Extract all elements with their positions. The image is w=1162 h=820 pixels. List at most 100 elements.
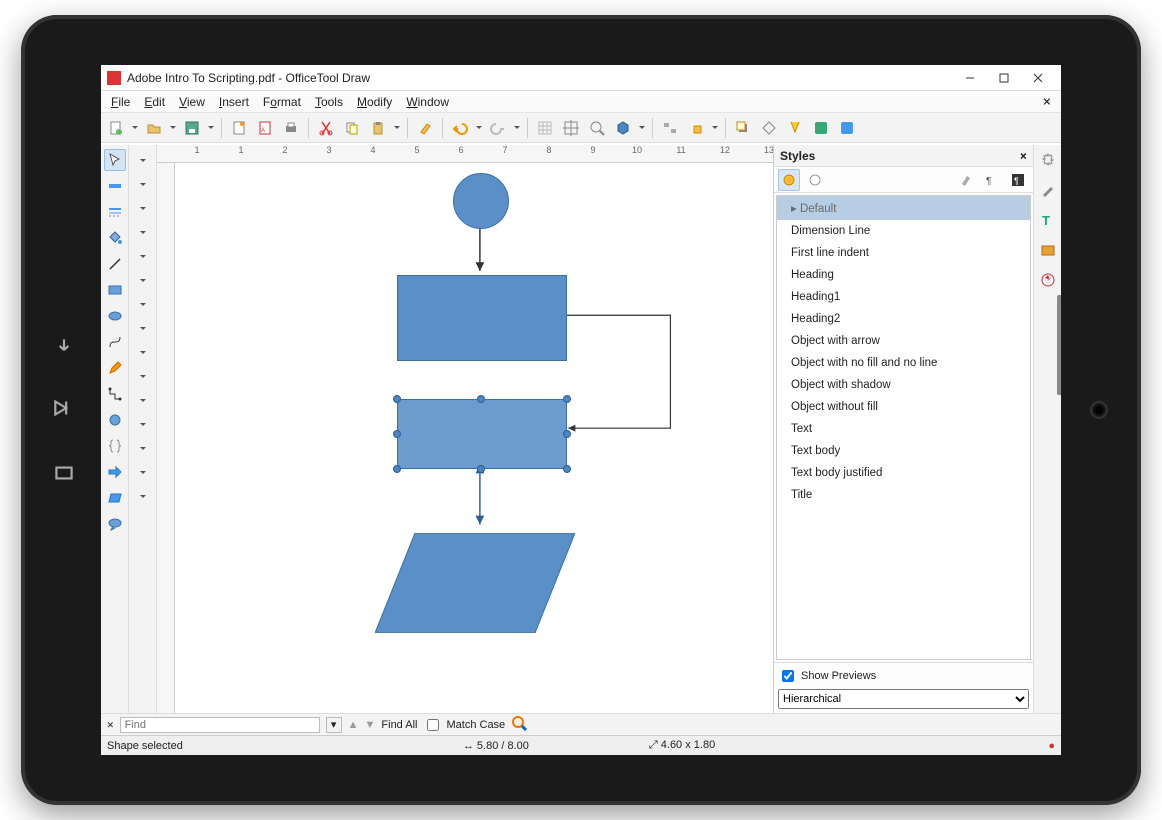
- flowchart-process-2-selected[interactable]: [397, 399, 567, 469]
- style-item[interactable]: Object with no fill and no line: [777, 352, 1030, 374]
- sidebar-properties-icon[interactable]: [1037, 179, 1059, 201]
- flowchart-process-1[interactable]: [397, 275, 567, 361]
- tool-dropdown-9[interactable]: [132, 341, 154, 363]
- parallelogram-tool[interactable]: [104, 487, 126, 509]
- pencil-tool[interactable]: [104, 357, 126, 379]
- tool-dropdown-12[interactable]: [132, 413, 154, 435]
- tool-dropdown-1[interactable]: [132, 149, 154, 171]
- select-tool[interactable]: [104, 149, 126, 171]
- selection-handle[interactable]: [393, 465, 401, 473]
- brace-tool[interactable]: [104, 435, 126, 457]
- rectangle-tool[interactable]: [104, 279, 126, 301]
- style-item[interactable]: Object without fill: [777, 396, 1030, 418]
- menu-window[interactable]: Window: [400, 93, 455, 111]
- line-style-tool[interactable]: [104, 201, 126, 223]
- window-minimize-button[interactable]: [953, 68, 987, 88]
- tool-dropdown-6[interactable]: [132, 269, 154, 291]
- grid-button[interactable]: [534, 117, 556, 139]
- zoom-button[interactable]: [586, 117, 608, 139]
- export-button[interactable]: [228, 117, 250, 139]
- redo-dropdown[interactable]: [513, 117, 521, 139]
- find-input[interactable]: [120, 717, 320, 733]
- style-item[interactable]: Text: [777, 418, 1030, 440]
- callout-tool[interactable]: [104, 513, 126, 535]
- fill-tool[interactable]: [104, 227, 126, 249]
- 3d-dropdown[interactable]: [638, 117, 646, 139]
- tool-dropdown-4[interactable]: [132, 221, 154, 243]
- tablet-back-button[interactable]: [51, 335, 81, 364]
- styles-panel-close-button[interactable]: ×: [1020, 149, 1027, 163]
- undo-dropdown[interactable]: [475, 117, 483, 139]
- tablet-home-button[interactable]: [51, 395, 81, 424]
- window-close-button[interactable]: [1021, 68, 1055, 88]
- selection-handle[interactable]: [477, 395, 485, 403]
- sidebar-styles-icon[interactable]: T: [1037, 209, 1059, 231]
- tool-dropdown-11[interactable]: [132, 389, 154, 411]
- selection-handle[interactable]: [477, 465, 485, 473]
- line-color-tool[interactable]: [104, 175, 126, 197]
- print-button[interactable]: [280, 117, 302, 139]
- new-doc-dropdown[interactable]: [131, 117, 139, 139]
- tablet-recent-button[interactable]: [51, 460, 81, 489]
- paste-button[interactable]: [367, 117, 389, 139]
- horizontal-ruler[interactable]: 112345678910111213: [157, 145, 773, 163]
- paste-dropdown[interactable]: [393, 117, 401, 139]
- find-next-button[interactable]: ▼: [365, 719, 376, 731]
- menu-format[interactable]: Format: [257, 93, 307, 111]
- styles-update-style-button[interactable]: ¶: [1007, 169, 1029, 191]
- toggle-button[interactable]: [836, 117, 858, 139]
- export-pdf-button[interactable]: A: [254, 117, 276, 139]
- tool-dropdown-2[interactable]: [132, 173, 154, 195]
- menu-modify[interactable]: Modify: [351, 93, 398, 111]
- show-previews-input[interactable]: [782, 670, 794, 682]
- align-button[interactable]: [659, 117, 681, 139]
- style-item[interactable]: Dimension Line: [777, 220, 1030, 242]
- tool-dropdown-8[interactable]: [132, 317, 154, 339]
- save-dropdown[interactable]: [207, 117, 215, 139]
- close-document-button[interactable]: ×: [1037, 94, 1057, 110]
- menu-tools[interactable]: Tools: [309, 93, 349, 111]
- match-case-input[interactable]: [427, 719, 439, 731]
- style-item[interactable]: Heading1: [777, 286, 1030, 308]
- new-doc-button[interactable]: [105, 117, 127, 139]
- menu-view[interactable]: View: [173, 93, 211, 111]
- find-all-button[interactable]: Find All: [381, 719, 417, 731]
- helplines-button[interactable]: [560, 117, 582, 139]
- menu-edit[interactable]: Edit: [138, 93, 171, 111]
- style-item[interactable]: Object with arrow: [777, 330, 1030, 352]
- filter-button[interactable]: [784, 117, 806, 139]
- selection-handle[interactable]: [393, 395, 401, 403]
- redo-button[interactable]: [487, 117, 509, 139]
- menu-insert[interactable]: Insert: [213, 93, 255, 111]
- tool-dropdown-7[interactable]: [132, 293, 154, 315]
- extrude-button[interactable]: [810, 117, 832, 139]
- sidebar-gallery-icon[interactable]: [1037, 239, 1059, 261]
- style-item[interactable]: First line indent: [777, 242, 1030, 264]
- styles-view-mode-select[interactable]: Hierarchical: [778, 689, 1029, 709]
- match-case-checkbox[interactable]: Match Case: [423, 716, 505, 734]
- connector-tool[interactable]: [104, 383, 126, 405]
- menu-file[interactable]: File: [105, 93, 136, 111]
- status-modified-icon[interactable]: ●: [1048, 740, 1055, 752]
- find-close-button[interactable]: ✕: [107, 718, 114, 731]
- flowchart-data-parallelogram[interactable]: [375, 533, 575, 633]
- tool-dropdown-13[interactable]: [132, 437, 154, 459]
- line-tool[interactable]: [104, 253, 126, 275]
- arrow-shape-tool[interactable]: [104, 461, 126, 483]
- style-item[interactable]: Text body: [777, 440, 1030, 462]
- selection-handle[interactable]: [563, 465, 571, 473]
- ellipse-tool[interactable]: [104, 305, 126, 327]
- styles-presentation-filter[interactable]: [804, 169, 826, 191]
- style-item[interactable]: Title: [777, 484, 1030, 506]
- undo-button[interactable]: [449, 117, 471, 139]
- sidebar-settings-icon[interactable]: [1037, 149, 1059, 171]
- tool-dropdown-14[interactable]: [132, 461, 154, 483]
- styles-graphic-filter[interactable]: [778, 169, 800, 191]
- tool-dropdown-15[interactable]: [132, 485, 154, 507]
- vertical-ruler[interactable]: [157, 163, 175, 713]
- open-button[interactable]: [143, 117, 165, 139]
- find-other-options-icon[interactable]: [511, 715, 527, 734]
- cut-button[interactable]: [315, 117, 337, 139]
- window-maximize-button[interactable]: [987, 68, 1021, 88]
- show-previews-checkbox[interactable]: Show Previews: [778, 667, 1029, 685]
